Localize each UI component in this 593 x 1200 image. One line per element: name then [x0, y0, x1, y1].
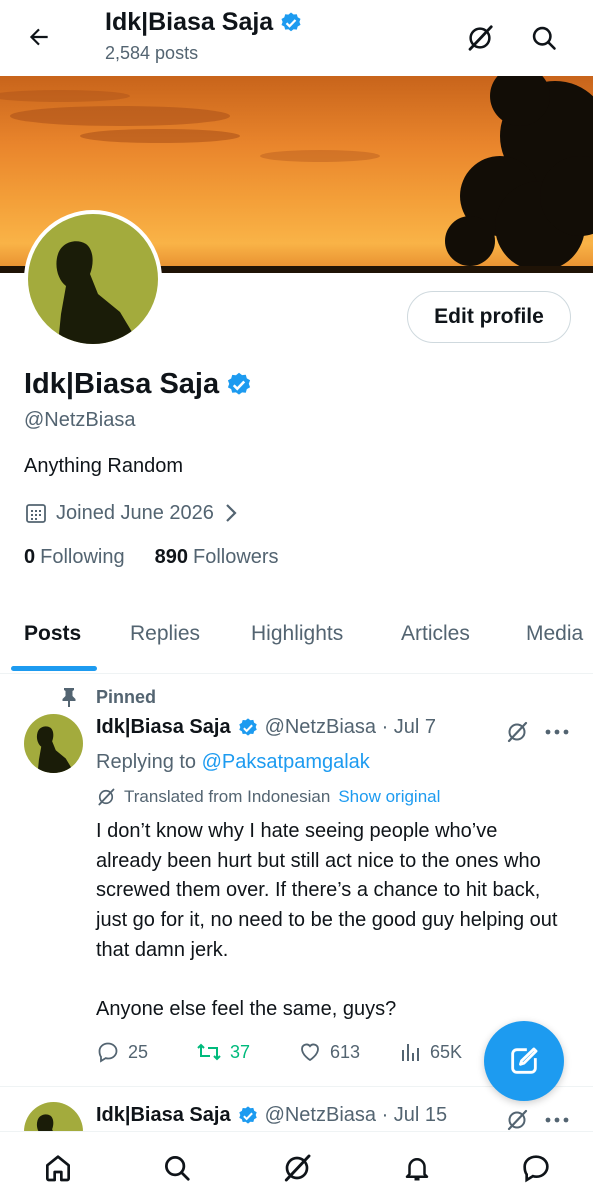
joined-text: Joined June 2026: [56, 501, 214, 524]
tab-media[interactable]: Media: [526, 622, 583, 646]
nav-messages[interactable]: [518, 1150, 554, 1186]
following-count: 0: [24, 546, 36, 568]
more-icon: [545, 1117, 569, 1123]
repost-count: 37: [230, 1041, 251, 1062]
post-meta: @NetzBiasa · Jul 7: [264, 716, 437, 738]
grok-button[interactable]: [462, 20, 498, 56]
post-more-button[interactable]: [542, 718, 572, 746]
post-text-paragraph: Anyone else feel the same, guys?: [96, 998, 397, 1021]
grok-icon: [507, 721, 528, 743]
repost-icon: [197, 1043, 221, 1061]
grok-icon: [468, 25, 493, 51]
tab-highlights[interactable]: Highlights: [251, 622, 343, 646]
grok-icon: [284, 1154, 311, 1182]
post-text-paragraph: I don’t know why I hate seeing people wh…: [96, 820, 558, 961]
verified-badge-icon[interactable]: [225, 371, 253, 399]
notifications-icon: [405, 1158, 429, 1181]
post-more-button[interactable]: [542, 1106, 572, 1134]
grok-icon: [507, 1109, 528, 1131]
header-title: Idk|Biasa Saja: [105, 8, 303, 37]
reply-count: 25: [128, 1041, 149, 1062]
verified-badge-icon: [238, 717, 257, 736]
post-header: Idk|Biasa Saja @NetzBiasa · Jul 7: [96, 716, 436, 739]
post-author-name[interactable]: Idk|Biasa Saja: [96, 716, 231, 739]
header-name: Idk|Biasa Saja: [105, 8, 274, 36]
followers-count: 890: [154, 546, 188, 568]
reply-button[interactable]: 25: [96, 1040, 148, 1064]
search-button[interactable]: [526, 20, 562, 56]
views-button[interactable]: 65K: [400, 1040, 462, 1064]
views-count: 65K: [430, 1041, 463, 1062]
compose-post-button[interactable]: [484, 1021, 564, 1101]
search-icon: [165, 1156, 190, 1181]
post-header: Idk|Biasa Saja @NetzBiasa · Jul 15: [96, 1104, 447, 1127]
post-meta: @NetzBiasa · Jul 15: [264, 1104, 448, 1126]
nav-notifications[interactable]: [399, 1150, 435, 1186]
back-arrow-icon: [29, 28, 48, 46]
verified-badge-icon: [238, 1105, 257, 1124]
grok-icon: [98, 788, 115, 806]
avatar-silhouette: [36, 726, 74, 773]
pin-icon: [62, 688, 76, 707]
back-button[interactable]: [22, 20, 56, 54]
followers-label: Followers: [192, 546, 279, 568]
nav-search[interactable]: [159, 1150, 195, 1186]
replying-to-link[interactable]: @Paksatpamgalak: [202, 751, 370, 773]
top-bar: Idk|Biasa Saja 2,584 posts: [0, 0, 593, 76]
nav-grok[interactable]: [279, 1150, 315, 1186]
avatar-silhouette: [56, 241, 136, 344]
profile-name: Idk|Biasa Saja: [24, 368, 253, 401]
replying-to: Replying to @Paksatpamgalak: [96, 751, 370, 774]
following-link[interactable]: 0 Following: [24, 546, 125, 569]
calendar-icon: [26, 504, 46, 523]
pinned-indicator: Pinned: [60, 686, 156, 708]
home-icon: [46, 1155, 70, 1182]
chevron-right-icon: [226, 504, 237, 522]
compose-icon: [511, 1047, 538, 1074]
edit-profile-button[interactable]: Edit profile: [407, 291, 571, 343]
translated-label: Translated from Indonesian: [124, 787, 331, 806]
show-original-link[interactable]: Show original: [338, 787, 440, 807]
followers-link[interactable]: 890 Followers: [155, 546, 279, 569]
analytics-icon: [402, 1044, 419, 1061]
verified-badge-icon: [281, 12, 301, 31]
profile-avatar[interactable]: [24, 210, 162, 348]
follow-stats: 0 Following 890 Followers: [24, 546, 279, 569]
active-tab-indicator: [11, 666, 97, 671]
following-label: Following: [40, 546, 125, 568]
nav-home[interactable]: [40, 1150, 76, 1186]
reply-icon: [98, 1042, 118, 1063]
more-icon: [545, 729, 569, 735]
tab-replies[interactable]: Replies: [130, 622, 200, 646]
profile-handle: @NetzBiasa: [24, 409, 136, 431]
post-avatar[interactable]: [24, 714, 83, 773]
profile-bio: Anything Random: [24, 455, 183, 477]
header-post-count: 2,584 posts: [105, 43, 199, 63]
post-grok-button[interactable]: [503, 718, 531, 746]
post-actions: 25 37 613 65K: [96, 1040, 496, 1068]
like-button[interactable]: 613: [298, 1040, 360, 1064]
tab-posts[interactable]: Posts: [24, 622, 81, 646]
heart-icon: [301, 1043, 319, 1062]
profile-name-text: Idk|Biasa Saja: [24, 368, 220, 400]
joined-date[interactable]: Joined June 2026: [24, 501, 240, 525]
translation-notice: Translated from Indonesian Show original: [96, 787, 440, 807]
tab-articles[interactable]: Articles: [401, 622, 470, 646]
like-count: 613: [330, 1041, 361, 1062]
messages-icon: [523, 1155, 549, 1183]
profile-tabs: Posts Replies Highlights Articles Media: [0, 600, 593, 674]
post-grok-button[interactable]: [503, 1106, 531, 1134]
bottom-navigation: [0, 1131, 593, 1200]
post-author-name[interactable]: Idk|Biasa Saja: [96, 1104, 231, 1127]
post-text: I don’t know why I hate seeing people wh…: [96, 817, 566, 1025]
replying-prefix: Replying to: [96, 751, 197, 773]
pinned-label: Pinned: [96, 686, 157, 707]
search-icon: [532, 26, 556, 50]
repost-button[interactable]: 37: [196, 1040, 250, 1064]
